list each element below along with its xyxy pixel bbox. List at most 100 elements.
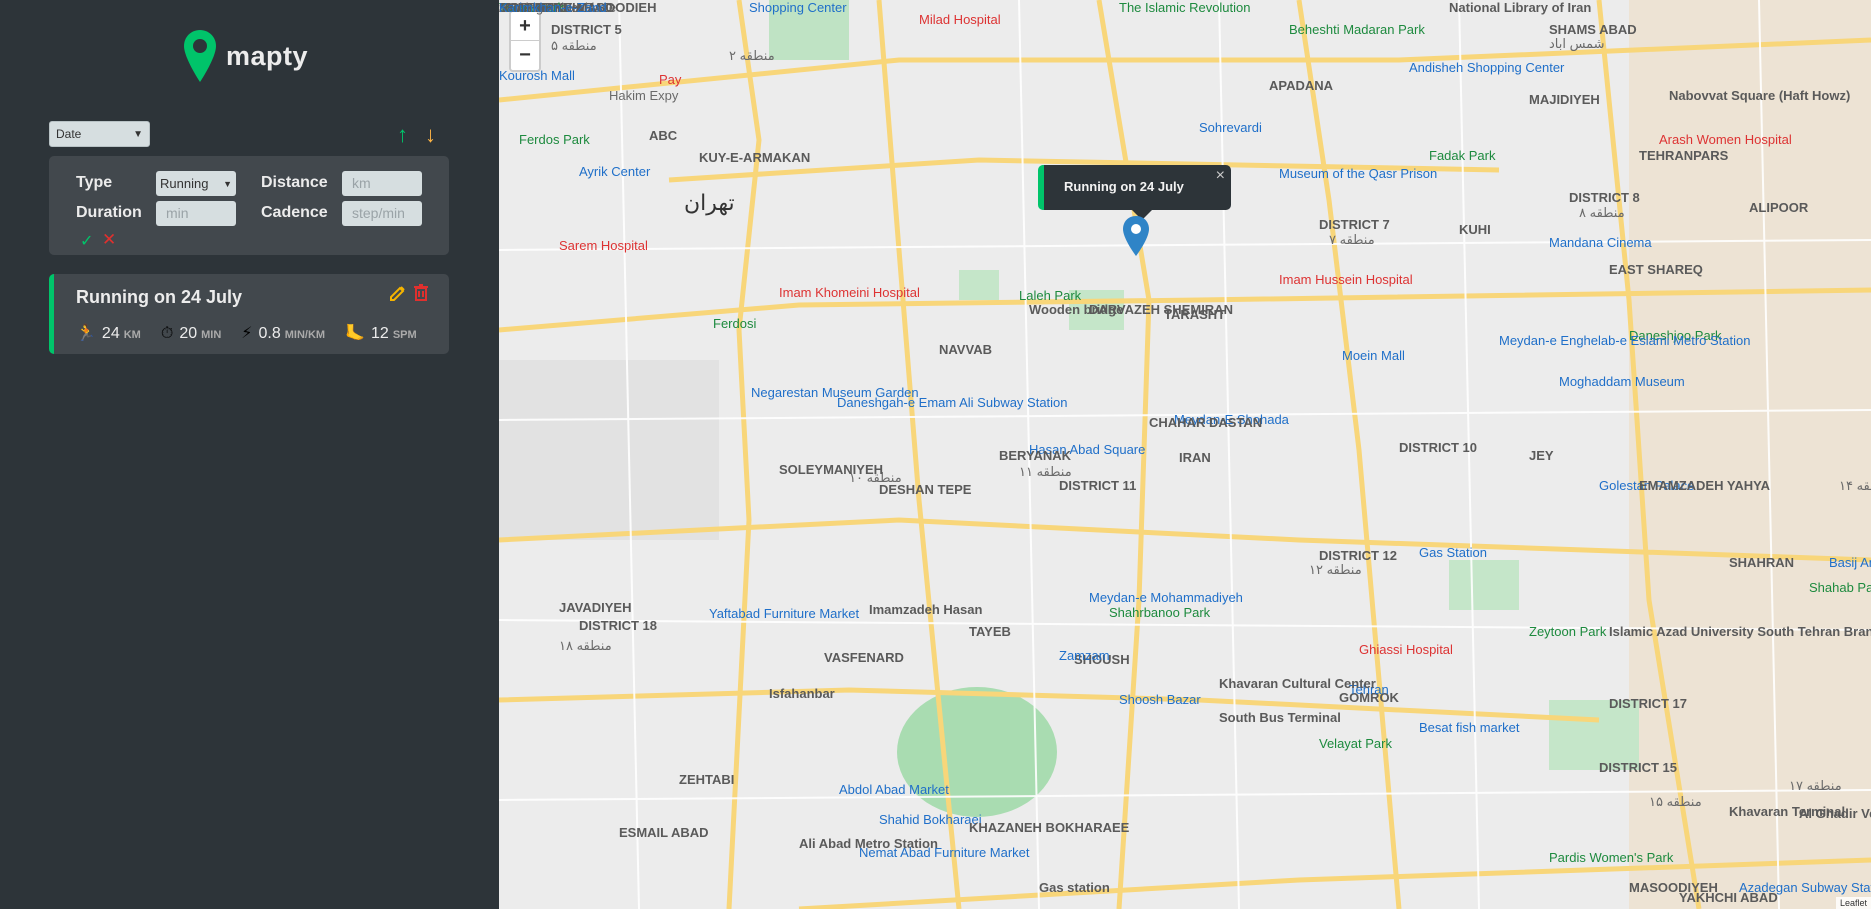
cadence-unit: SPM (392, 329, 417, 341)
workout-details: 🏃 24 KM ⏱ 20 MIN ⚡ 0.8 MIN/KM 🦶 12 SPM (76, 323, 437, 343)
map-label: KUHI (1459, 222, 1491, 237)
cadence-label: Cadence (261, 204, 328, 221)
type-select-value: Running (160, 176, 209, 191)
map-pin-logo-icon (184, 30, 216, 82)
map-label: APADANA (1269, 78, 1334, 93)
footprint-icon: 🦶 (345, 325, 366, 342)
distance-input[interactable]: km (342, 171, 422, 196)
logo: mapty (184, 30, 308, 82)
map-label: CHAHAR DASTAN (1149, 415, 1263, 430)
map-label: Nabovvat Square (Haft Howz) (1669, 88, 1851, 103)
map-label: DISTRICT 8 (1569, 190, 1640, 205)
map-label: Khavaran Cultural Center (1219, 676, 1376, 691)
map-label: ABC (649, 128, 678, 143)
app-name: mapty (226, 40, 309, 71)
map-label: DARVAZEH SHEMIRAN (1089, 302, 1233, 317)
map-label: Pardis Women's Park (1549, 850, 1674, 865)
workout-pace: ⚡ 0.8 MIN/KM (241, 323, 325, 343)
map-label: DESHAN TEPE (879, 482, 972, 497)
map-label: NAVVAB (939, 342, 992, 357)
map-label: Sohrevardi (1199, 120, 1262, 135)
map-label: Abdol Abad Market (839, 782, 949, 797)
workout-popup[interactable]: Running on 24 July × (1038, 165, 1231, 220)
map-label: Al Ghadir Vehicle Licensing Office (1799, 806, 1871, 821)
map-label: منطقه ۱۴ (1839, 478, 1871, 493)
map-label: National Library of Iran (1449, 0, 1592, 15)
map-label: Museum of the Qasr Prison (1279, 166, 1438, 181)
map-label: DISTRICT 15 (1599, 760, 1678, 775)
map-label: Meydan-e Mohammadiyeh (1089, 590, 1243, 605)
map-label: Yaftabad Furniture Market (709, 606, 860, 621)
map-marker-icon[interactable] (1123, 216, 1149, 256)
confirm-icon[interactable]: ✓ (80, 231, 93, 251)
sort-ascending-button[interactable]: ↑ (397, 124, 408, 146)
map-label: Ghiassi Hospital (1359, 642, 1453, 657)
map-label: IRAN (1179, 450, 1211, 465)
map-label: DISTRICT 18 (579, 618, 658, 633)
map-label: Mandana Cinema (1549, 235, 1652, 250)
trash-icon[interactable] (413, 283, 429, 301)
close-icon[interactable]: × (1216, 167, 1225, 185)
distance-value: 24 (101, 325, 120, 342)
duration-input[interactable]: min (156, 201, 236, 226)
map-label: Karimkhan-e-Zand (499, 0, 607, 15)
workout-card[interactable]: Running on 24 July 🏃 24 KM ⏱ 20 MIN ⚡ 0.… (49, 274, 449, 354)
app-root: mapty Date ▼ ↑ ↓ Type Running ▼ Distance… (0, 0, 1871, 909)
map-label: TEHRANPARS (1639, 148, 1729, 163)
map-label: منطقه ۱۵ (1649, 794, 1702, 809)
map[interactable]: + − DISTRICT 5 منطقه ۵ Shopping Center Mila… (499, 0, 1871, 909)
map-label: منطقه ۲ (729, 48, 775, 63)
sort-select[interactable]: Date ▼ (49, 121, 150, 147)
map-label: Shahid Bokharaei (879, 812, 982, 827)
map-label: KUY-E-ARMAKAN (699, 150, 811, 165)
map-label: منطقه ۱۲ (1309, 562, 1362, 577)
type-select[interactable]: Running ▼ (156, 171, 236, 196)
cancel-icon[interactable]: ✕ (102, 230, 116, 250)
cadence-input[interactable]: step/min (342, 201, 422, 226)
map-label: VASFENARD (824, 650, 904, 665)
edit-pencil-icon[interactable] (389, 284, 407, 302)
popup-text: Running on 24 July (1064, 179, 1184, 194)
map-attribution[interactable]: Leaflet (1835, 897, 1871, 909)
map-label: Velayat Park (1319, 736, 1392, 751)
workout-duration: ⏱ 20 MIN (161, 325, 221, 343)
map-label: South Bus Terminal (1219, 710, 1341, 725)
map-label: Fadak Park (1429, 148, 1496, 163)
map-label: TAYEB (969, 624, 1011, 639)
map-label: DISTRICT 12 (1319, 548, 1398, 563)
distance-label: Distance (261, 174, 328, 191)
map-label: Basij Amusement Park (1829, 555, 1871, 570)
map-label: Ferdosi (713, 316, 757, 331)
zoom-control: + − (509, 10, 541, 72)
map-label: منطقه ۱۷ (1789, 778, 1842, 793)
map-label: Beheshti Madaran Park (1289, 22, 1425, 37)
map-label: Islamic Azad University South Tehran Bra… (1609, 624, 1871, 639)
zoom-in-button[interactable]: + (511, 12, 539, 41)
map-label: Kourosh Mall (499, 68, 575, 83)
sort-descending-button[interactable]: ↓ (425, 124, 436, 146)
map-label: Imam Hussein Hospital (1279, 272, 1413, 287)
type-label: Type (76, 174, 113, 191)
map-label: Andisheh Shopping Center (1409, 60, 1565, 75)
workout-form: Type Running ▼ Distance km Duration min … (49, 156, 449, 255)
map-label: ZEHTABI (679, 772, 735, 787)
map-label: Gas station (1039, 880, 1110, 895)
map-label: Shahrbanoo Park (1109, 605, 1211, 620)
map-label: Shopping Center (749, 0, 847, 15)
map-label: ALIPOOR (1749, 200, 1809, 215)
map-label: Imam Khomeini Hospital (779, 285, 920, 300)
chevron-down-icon: ▼ (223, 178, 232, 189)
map-label: DISTRICT 7 (1319, 217, 1390, 232)
map-label: The Islamic Revolution (1119, 0, 1251, 15)
stopwatch-icon: ⏱ (160, 325, 174, 342)
running-icon: 🏃 (76, 325, 96, 342)
duration-value: 20 (179, 325, 198, 342)
workout-distance: 🏃 24 KM (76, 323, 141, 343)
map-label: EAST SHAREQ (1609, 262, 1703, 277)
map-label: SHAMS ABAD (1549, 22, 1637, 37)
map-label: YAKHCHI ABAD (1679, 890, 1778, 905)
zoom-out-button[interactable]: − (511, 41, 539, 70)
map-label: Moghaddam Museum (1559, 374, 1685, 389)
map-label: Ferdos Park (519, 132, 590, 147)
pace-unit: MIN/KM (284, 329, 326, 341)
